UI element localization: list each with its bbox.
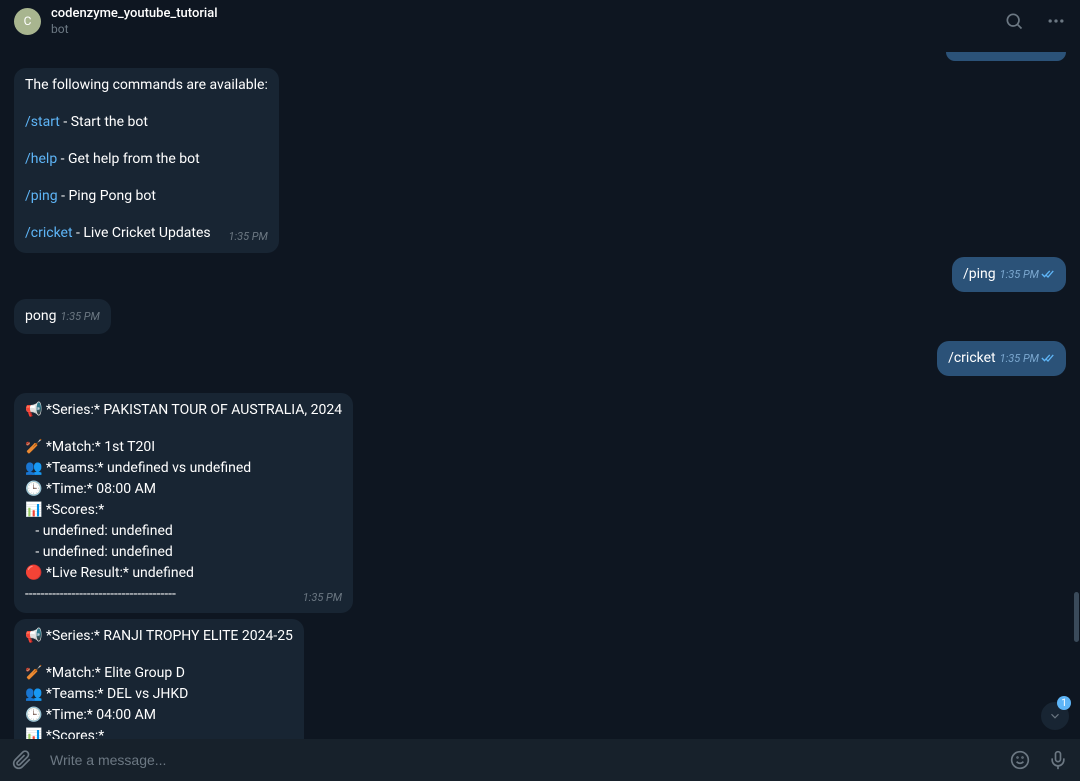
chat-info[interactable]: codenzyme_youtube_tutorial bot [51,6,1004,36]
bubble-cricket2[interactable]: 📢 *Series:* RANJI TROPHY ELITE 2024-25 🏏… [14,619,304,739]
sticker-icon[interactable] [1010,750,1030,770]
scrollbar-thumb[interactable] [1074,592,1079,642]
more-icon[interactable] [1046,11,1066,31]
msg-time: 1:35 PM [1000,351,1039,368]
ping-text: /ping [963,264,996,285]
pong-text: pong [25,306,56,327]
help-cmd-cricket: /cricket - Live Cricket Updates1:35 PM [25,223,268,244]
message-ping-out: /ping 1:35 PM [14,257,1066,292]
chat-header: C codenzyme_youtube_tutorial bot [0,0,1080,42]
message-cricket1: 📢 *Series:* PAKISTAN TOUR OF AUSTRALIA, … [14,393,1066,614]
help-cmd-ping: /ping - Ping Pong bot [25,186,268,207]
c1-score2: - undefined: undefined [25,542,342,563]
cmd-link-start[interactable]: /start [25,114,60,130]
message-cricket2: 📢 *Series:* RANJI TROPHY ELITE 2024-25 🏏… [14,619,1066,739]
chevron-down-icon [1048,709,1062,723]
avatar-initial: C [24,14,32,28]
message-input[interactable] [50,752,992,768]
c1-teams: 👥 *Teams:* undefined vs undefined [25,458,342,479]
bubble-pong[interactable]: pong 1:35 PM [14,299,111,334]
cmd-link-help[interactable]: /help [25,151,57,167]
help-cmd-start: /start - Start the bot [25,112,268,133]
c1-series: 📢 *Series:* PAKISTAN TOUR OF AUSTRALIA, … [25,400,342,421]
message-list[interactable]: The following commands are available: /s… [0,42,1080,739]
c2-time: 🕒 *Time:* 04:00 AM [25,705,293,726]
cmd-link-cricket[interactable]: /cricket [25,225,73,241]
chat-subtitle: bot [51,22,1004,36]
scroll-down-button[interactable]: 1 [1040,701,1070,731]
c1-time: 🕒 *Time:* 08:00 AM [25,479,342,500]
msg-time: 1:35 PM [60,309,99,326]
bubble-help[interactable]: The following commands are available: /s… [14,68,279,253]
msg-time: 1:35 PM [228,229,267,246]
message-help: The following commands are available: /s… [14,65,1066,253]
msg-time: 1:35 PM [303,590,342,607]
message-input-bar [0,739,1080,781]
c2-match: 🏏 *Match:* Elite Group D [25,663,293,684]
c2-scores: 📊 *Scores:* [25,726,293,739]
bubble-ping-out[interactable]: /ping 1:35 PM [952,257,1066,292]
help-intro: The following commands are available: [25,75,268,96]
bubble-cricket1[interactable]: 📢 *Series:* PAKISTAN TOUR OF AUSTRALIA, … [14,393,353,614]
help-cmd-help: /help - Get help from the bot [25,149,268,170]
cmd-link-ping[interactable]: /ping [25,188,58,204]
search-icon[interactable] [1004,11,1024,31]
msg-time: 1:35 PM [1000,267,1039,284]
bubble-cricket-out[interactable]: /cricket 1:35 PM [937,341,1066,376]
cricket-text: /cricket [948,348,996,369]
c1-match: 🏏 *Match:* 1st T20I [25,437,342,458]
c1-divider: ---------------------------------------1… [25,584,342,605]
c1-result: 🔴 *Live Result:* undefined [25,563,342,584]
scrollbar-track [1073,42,1080,739]
avatar[interactable]: C [14,8,41,35]
message-cricket-out: /cricket 1:35 PM [14,341,1066,376]
bubble-out-partial[interactable] [946,52,1066,61]
read-tick-icon [1041,349,1055,370]
attach-icon[interactable] [12,750,32,770]
header-actions [1004,11,1066,31]
c1-score1: - undefined: undefined [25,521,342,542]
message-out-partial [14,52,1066,61]
chat-title: codenzyme_youtube_tutorial [51,6,1004,22]
c1-scores: 📊 *Scores:* [25,500,342,521]
message-pong: pong 1:35 PM [14,299,1066,334]
messages-container: The following commands are available: /s… [0,42,1080,739]
read-tick-icon [1041,265,1055,286]
c2-series: 📢 *Series:* RANJI TROPHY ELITE 2024-25 [25,626,293,647]
voice-icon[interactable] [1048,750,1068,770]
c2-teams: 👥 *Teams:* DEL vs JHKD [25,684,293,705]
unread-badge: 1 [1057,696,1071,710]
